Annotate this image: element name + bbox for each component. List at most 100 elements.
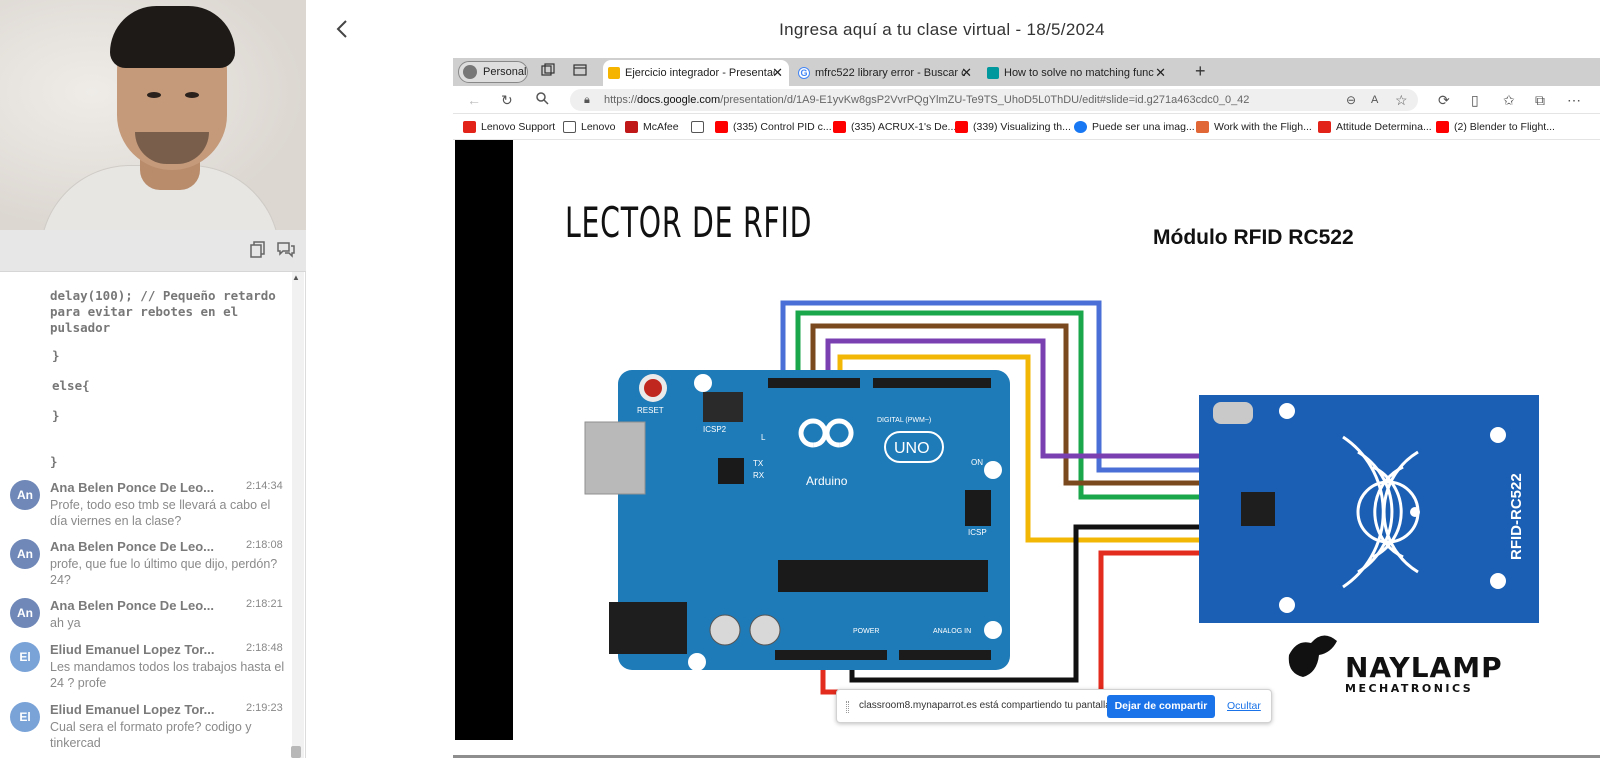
bookmark-item[interactable]: (335) Control PID c...: [715, 119, 832, 135]
hide-link[interactable]: Ocultar: [1227, 700, 1261, 712]
tab-label: How to solve no matching functio: [1004, 67, 1154, 79]
svg-text:ON: ON: [971, 458, 983, 467]
arduino-uno-board: Arduino UNO RESET ICSP2 ICSP ON L TX RX …: [584, 370, 1010, 671]
svg-text:ICSP2: ICSP2: [703, 425, 727, 434]
url-path: /presentation/d/1A9-E1yvKw8gsP2VvrPQgYlm…: [720, 94, 1250, 106]
svg-text:L: L: [761, 433, 766, 442]
avatar: El: [10, 642, 40, 672]
matlab-favicon-icon: [1196, 121, 1209, 133]
browser-tab[interactable]: G mfrc522 library error - Buscar co ✕: [793, 60, 978, 86]
svg-text:RX: RX: [753, 471, 765, 480]
rfid-rc522-module: RFID-RC522: [1199, 395, 1539, 623]
split-screen-icon[interactable]: ▯: [1471, 91, 1479, 109]
back-arrow-icon[interactable]: ←: [467, 91, 481, 109]
profile-label: Personal: [483, 66, 527, 78]
message-author: Ana Belen Ponce De Leo...: [50, 480, 214, 495]
url-host: docs.google.com: [637, 94, 721, 106]
avatar: An: [10, 598, 40, 628]
svg-text:MECHATRONICS: MECHATRONICS: [1345, 682, 1473, 695]
tab-close-icon[interactable]: ✕: [1155, 60, 1166, 86]
mcafee-favicon-icon: [625, 121, 638, 133]
svg-text:Arduino: Arduino: [806, 474, 848, 488]
lenovo-favicon-icon: [463, 121, 476, 133]
avatar: An: [10, 539, 40, 569]
browser-tab[interactable]: How to solve no matching functio ✕: [982, 60, 1172, 86]
title-bar: Ingresa aquí a tu clase virtual - 18/5/2…: [307, 0, 1600, 58]
reload-icon[interactable]: ↻: [501, 91, 513, 109]
message-time: 2:18:08: [246, 539, 283, 551]
svg-text:DIGITAL (PWM~): DIGITAL (PWM~): [877, 417, 931, 424]
scroll-up-arrow-icon[interactable]: ▲: [292, 274, 300, 282]
svg-text:RFID-RC522: RFID-RC522: [1508, 473, 1525, 560]
page-icon: [691, 121, 704, 133]
bookmark-item[interactable]: Lenovo Support: [463, 119, 555, 135]
bookmark-item[interactable]: (339) Visualizing th...: [955, 119, 1071, 135]
browser-tab-active[interactable]: Ejercicio integrador - Presentació ✕: [603, 60, 789, 86]
arduino-favicon-icon: [987, 67, 999, 79]
chat-code-line: }: [52, 348, 60, 363]
bookmark-favicon-icon: [1318, 121, 1331, 133]
chat-icon[interactable]: [276, 241, 296, 261]
bookmark-item[interactable]: McAfee: [625, 119, 679, 135]
svg-text:ICSP: ICSP: [968, 528, 987, 537]
svg-text:NAYLAMP: NAYLAMP: [1345, 651, 1503, 684]
profile-button[interactable]: Personal: [458, 61, 528, 83]
new-tab-icon[interactable]: +: [1195, 61, 1206, 81]
zoom-out-icon[interactable]: ⊖: [1346, 91, 1356, 109]
bookmark-item[interactable]: Puede ser una imag...: [1074, 119, 1195, 135]
webcam-video: [0, 0, 306, 230]
message-author: Eliud Emanuel Lopez Tor...: [50, 702, 215, 717]
presentation-slide: LECTOR DE RFID Módulo RFID RC522 Arduino…: [513, 140, 1600, 740]
chat-panel[interactable]: delay(100); // Pequeño retardo para evit…: [0, 272, 306, 758]
collections-icon[interactable]: ⧉: [1535, 91, 1545, 109]
app-window: delay(100); // Pequeño retardo para evit…: [0, 0, 1600, 758]
page-title: Ingresa aquí a tu clase virtual - 18/5/2…: [779, 20, 1105, 39]
workspaces-icon[interactable]: [539, 63, 557, 81]
tab-label: mfrc522 library error - Buscar co: [815, 67, 965, 79]
svg-text:RESET: RESET: [637, 406, 664, 415]
tab-close-icon[interactable]: ✕: [772, 60, 783, 86]
tab-actions-icon[interactable]: [571, 63, 589, 81]
avatar: El: [10, 702, 40, 732]
url-input[interactable]: 🔒︎ https://docs.google.com/presentation/…: [570, 89, 1418, 111]
favorites-icon[interactable]: ✩: [1503, 91, 1515, 109]
back-chevron-icon[interactable]: [335, 18, 355, 42]
avatar: An: [10, 480, 40, 510]
facebook-favicon-icon: [1074, 121, 1087, 133]
favorite-star-icon[interactable]: ☆: [1395, 91, 1408, 109]
read-aloud-icon[interactable]: A: [1371, 91, 1378, 109]
youtube-favicon-icon: [715, 121, 728, 133]
youtube-favicon-icon: [955, 121, 968, 133]
bookmark-item[interactable]: (335) ACRUX-1's De...: [833, 119, 956, 135]
bookmark-item[interactable]: Attitude Determina...: [1318, 119, 1432, 135]
search-icon[interactable]: [536, 91, 549, 109]
bookmarks-bar: Lenovo Support Lenovo McAfee (335) Contr…: [453, 114, 1600, 140]
bookmark-item[interactable]: Work with the Fligh...: [1196, 119, 1312, 135]
message-time: 2:18:48: [246, 642, 283, 654]
tab-label: Ejercicio integrador - Presentació: [625, 67, 775, 79]
message-text: ah ya: [50, 616, 81, 630]
message-author: Ana Belen Ponce De Leo...: [50, 598, 214, 613]
tab-close-icon[interactable]: ✕: [961, 60, 972, 86]
scroll-thumb[interactable]: [291, 746, 301, 758]
message-author: Ana Belen Ponce De Leo...: [50, 539, 214, 554]
message-text: profe, que fue lo último que dijo, perdó…: [50, 557, 278, 587]
browser-address-bar: ← ↻ 🔒︎ https://docs.google.com/presentat…: [453, 86, 1600, 114]
slide-viewport: LECTOR DE RFID Módulo RFID RC522 Arduino…: [453, 140, 1600, 758]
stop-sharing-button[interactable]: Dejar de compartir: [1107, 695, 1215, 718]
youtube-favicon-icon: [833, 121, 846, 133]
lock-icon: 🔒︎: [584, 94, 590, 106]
copy-icon[interactable]: [248, 241, 268, 261]
bookmark-item[interactable]: Lenovo: [563, 119, 615, 135]
message-text: Les mandamos todos los trabajos hasta el…: [50, 660, 285, 690]
message-time: 2:18:21: [246, 598, 283, 610]
left-panel: delay(100); // Pequeño retardo para evit…: [0, 0, 306, 758]
main-area: Ingresa aquí a tu clase virtual - 18/5/2…: [307, 0, 1600, 758]
drag-handle-icon[interactable]: [846, 701, 849, 713]
more-icon[interactable]: ⋯: [1567, 91, 1581, 109]
naylamp-logo: NAYLAMP MECHATRONICS: [1288, 635, 1503, 695]
chat-scrollbar[interactable]: ▲: [291, 272, 304, 758]
bookmark-item[interactable]: (2) Blender to Flight...: [1436, 119, 1555, 135]
extensions-icon[interactable]: ⟳: [1438, 91, 1450, 109]
page-icon: [563, 121, 576, 133]
